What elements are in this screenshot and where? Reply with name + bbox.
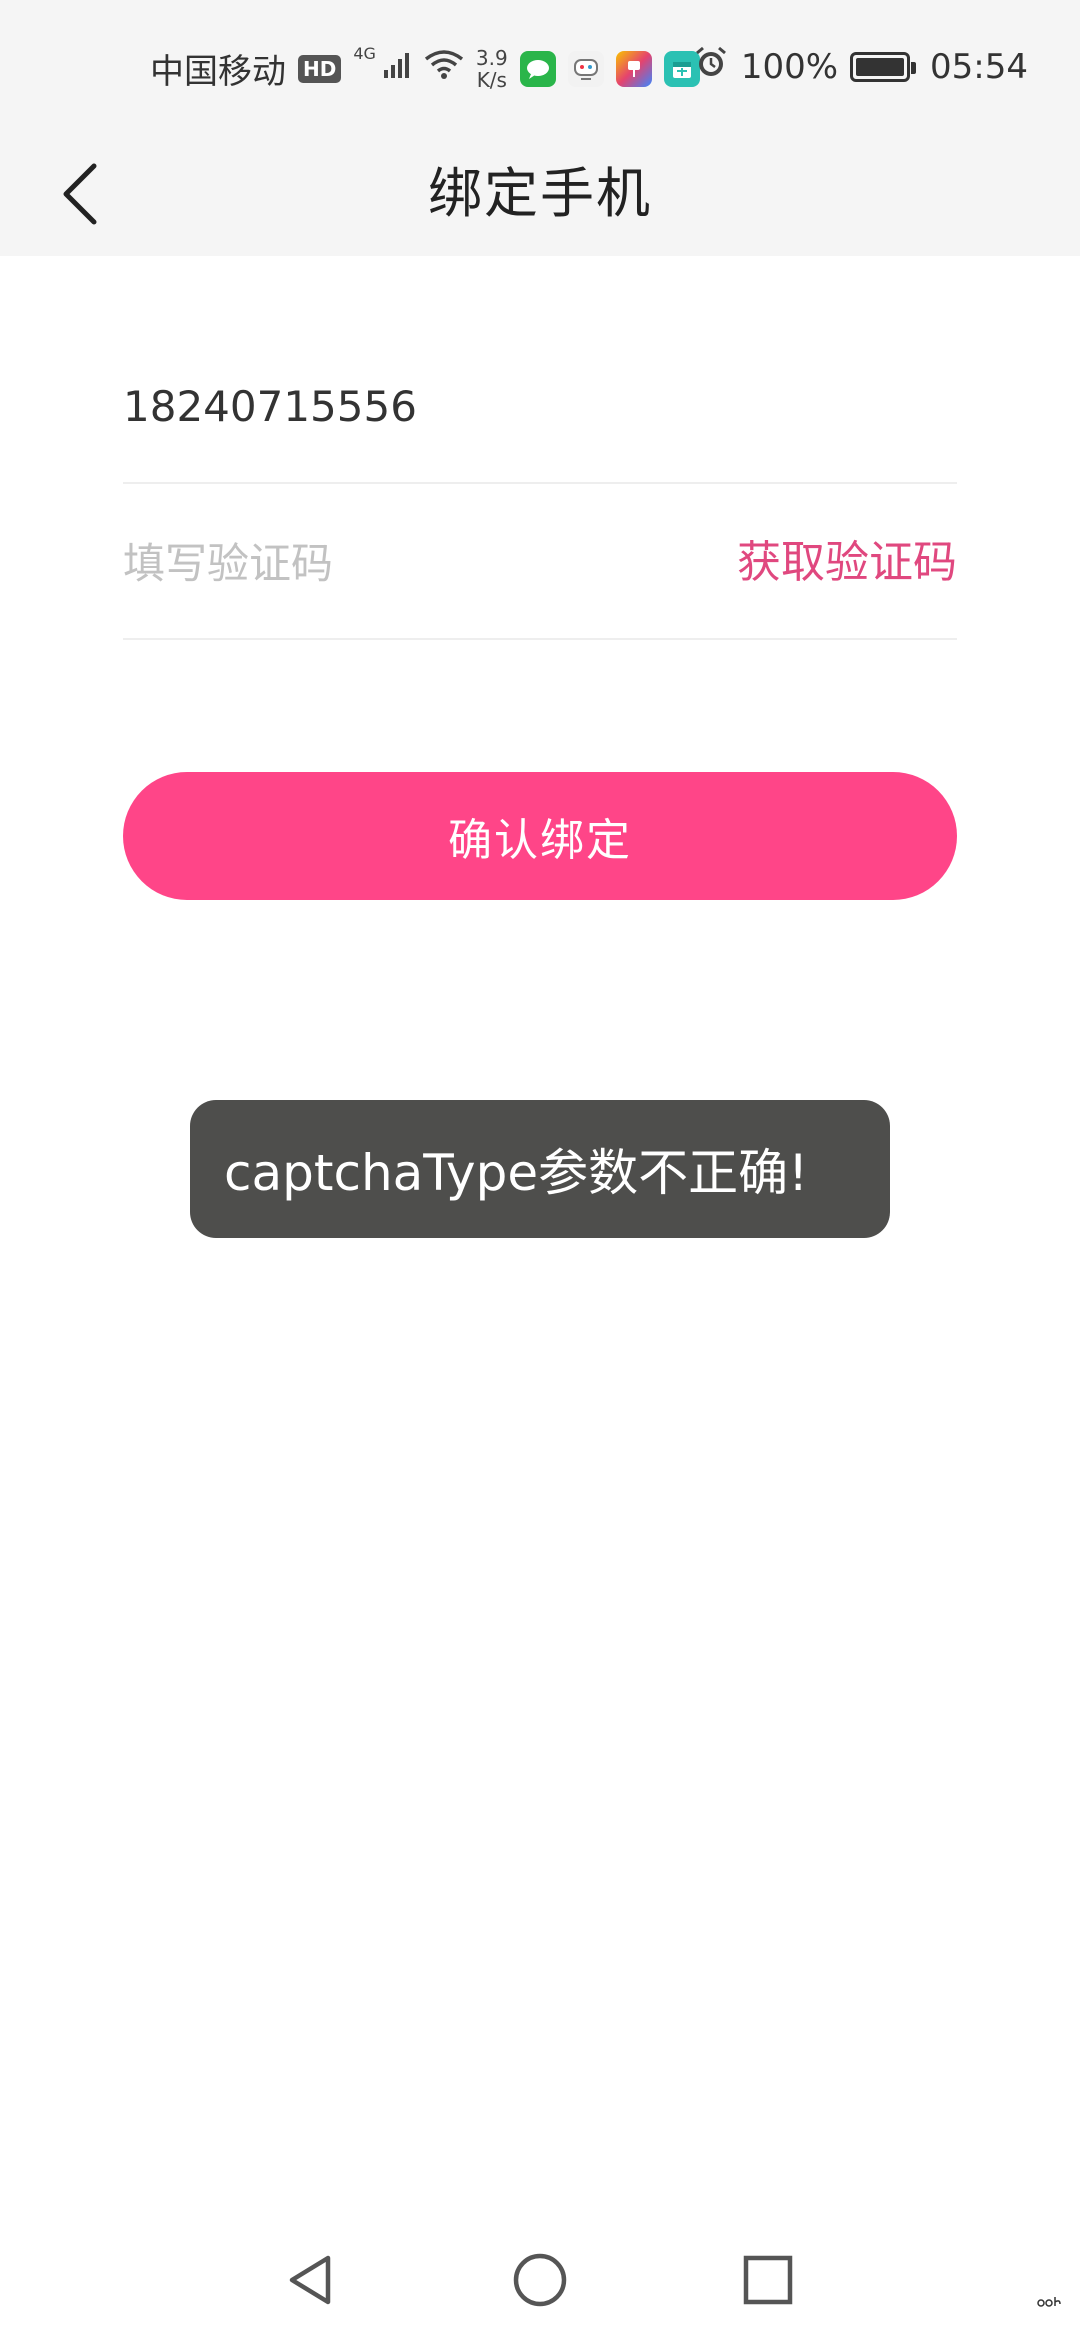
carrier-name: 中国移动	[150, 52, 286, 92]
verification-code-input[interactable]	[123, 486, 683, 640]
back-button[interactable]	[40, 152, 120, 236]
nav-home-button[interactable]	[508, 2248, 572, 2312]
phone-number-field[interactable]: 18240715556	[123, 330, 417, 484]
wechat-icon	[519, 50, 556, 87]
home-circle-icon	[513, 2253, 567, 2307]
error-toast: captchaType参数不正确!	[190, 1100, 890, 1238]
confirm-bind-button[interactable]: 确认绑定	[123, 772, 957, 900]
nav-back-button[interactable]	[278, 2248, 342, 2312]
title-bar: 绑定手机	[0, 132, 1080, 256]
confirm-bind-label: 确认绑定	[448, 815, 632, 866]
code-field-row: 获取验证码	[123, 486, 957, 640]
status-left: 中国移动 HD 4G 3.9 K/s	[150, 44, 700, 93]
get-code-button[interactable]: 获取验证码	[737, 486, 957, 640]
page-title: 绑定手机	[428, 162, 652, 225]
system-nav-bar	[0, 2220, 1080, 2340]
signal-icon	[382, 49, 412, 89]
alarm-icon	[693, 44, 729, 89]
nav-recents-button[interactable]	[736, 2248, 800, 2312]
toast-message: captchaType参数不正确!	[224, 1144, 809, 1202]
status-bar: 中国移动 HD 4G 3.9 K/s 100% 05:54	[0, 0, 1080, 132]
hd-badge: HD	[298, 54, 342, 83]
robot-app-icon	[567, 50, 604, 87]
speed-unit: K/s	[476, 67, 507, 92]
clock-time: 05:54	[930, 46, 1028, 87]
recents-square-icon	[743, 2255, 793, 2305]
watermark-mark	[1036, 2295, 1062, 2310]
status-right: 100% 05:54	[693, 44, 1028, 89]
battery-icon	[850, 51, 917, 82]
battery-percent: 100%	[740, 46, 839, 87]
speed-value: 3.9	[475, 45, 508, 70]
back-triangle-icon	[289, 2255, 331, 2305]
network-type: 4G	[353, 44, 376, 63]
wifi-icon	[424, 48, 464, 89]
browser-app-icon	[615, 50, 652, 87]
phone-field-row: 18240715556	[123, 330, 957, 484]
network-speed: 3.9 K/s	[476, 47, 508, 91]
chevron-left-icon	[63, 163, 97, 225]
